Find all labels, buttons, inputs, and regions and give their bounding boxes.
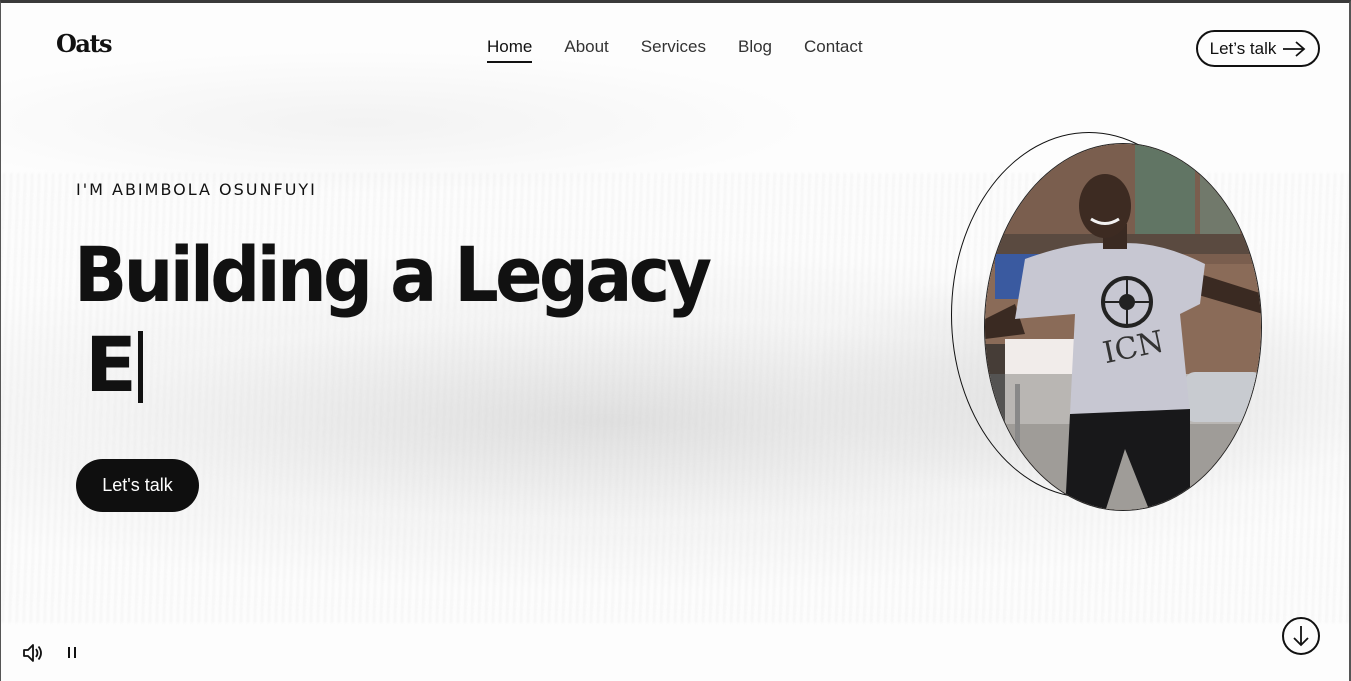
typing-caret [137,331,143,403]
portrait-photo: ICN [984,143,1262,511]
nav-blog[interactable]: Blog [738,37,772,63]
portrait-illustration: ICN [985,144,1261,510]
nav-home[interactable]: Home [487,37,533,63]
header-lets-talk-label: Let’s talk [1209,38,1277,58]
hero-eyebrow: I'M ABIMBOLA OSUNFUYI [76,180,317,199]
site-logo[interactable]: Oats [56,29,113,58]
nav-services[interactable]: Services [641,37,706,63]
pause-icon[interactable] [65,644,81,662]
speaker-icon[interactable] [21,641,45,665]
scroll-down-button[interactable] [1282,617,1320,655]
nav-about[interactable]: About [564,37,608,63]
typed-text-value: E [85,320,137,409]
hero-typed-text: E [85,321,143,409]
arrow-right-icon [1283,40,1306,57]
hero-lets-talk-button[interactable]: Let's talk [76,459,199,512]
hero-headline: Building a Legacy [74,230,712,319]
header-lets-talk-button[interactable]: Let’s talk [1196,30,1320,67]
page-frame: Oats Home About Services Blog Contact Le… [0,0,1351,681]
arrow-down-icon [1293,626,1309,647]
nav-contact[interactable]: Contact [804,37,863,63]
main-nav: Home About Services Blog Contact [487,37,863,63]
